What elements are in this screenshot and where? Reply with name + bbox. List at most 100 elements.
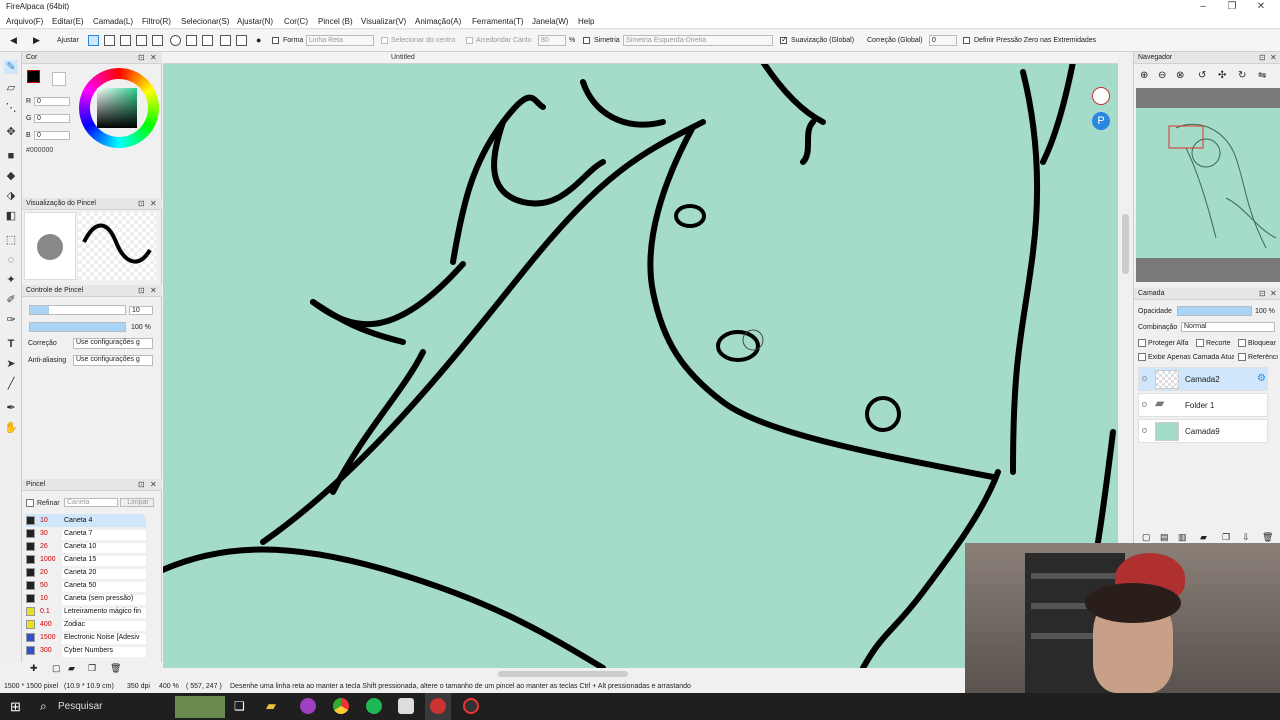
browser-icon[interactable] (300, 698, 316, 714)
forma-checkbox[interactable] (272, 37, 279, 44)
maximize-icon[interactable]: ❐ (1225, 1, 1239, 12)
snap-curve-icon[interactable] (186, 35, 197, 46)
new-8bit-layer-icon[interactable]: ▤ (1160, 532, 1169, 543)
color-square[interactable] (97, 88, 137, 128)
duplicate-layer-icon[interactable]: ❐ (1222, 532, 1230, 543)
correcao-select[interactable]: 0 (929, 35, 957, 46)
next-icon[interactable]: ▶ (33, 35, 40, 46)
primary-color-swatch[interactable] (27, 70, 40, 83)
spotify-icon[interactable] (366, 698, 382, 714)
brush-item[interactable]: 1500 Electronic Noise [Adesiv (26, 631, 146, 644)
brush-search-input[interactable]: Caneta (64, 498, 118, 507)
divide-icon[interactable]: ╱ (4, 377, 18, 391)
lock-checkbox[interactable] (1238, 339, 1246, 347)
weather-icon[interactable] (175, 696, 225, 718)
windows-start-icon[interactable]: ⊞ (10, 699, 21, 715)
brush-size-slider[interactable] (29, 305, 126, 315)
close-icon[interactable]: ✕ (1270, 289, 1277, 298)
taskbar-search[interactable]: Pesquisar (58, 701, 102, 712)
clip-checkbox[interactable] (1196, 339, 1204, 347)
layer-row[interactable]: Camada2 ⚙ (1138, 367, 1268, 391)
eraser-icon[interactable]: ▱ (4, 81, 18, 95)
fill-bucket-icon[interactable]: ⬗ (4, 189, 18, 203)
flip-icon[interactable]: ⇋ (1258, 70, 1266, 81)
brush-item[interactable]: 20 Caneta 20 (26, 566, 146, 579)
brush-opacity-slider[interactable] (29, 322, 126, 332)
select-rect-icon[interactable]: ⬚ (4, 233, 18, 247)
blend-select[interactable]: Normal (1181, 322, 1275, 332)
snap-vanishing-icon[interactable] (136, 35, 147, 46)
refinar-checkbox[interactable] (26, 499, 34, 507)
dot-pen-icon[interactable]: ⋱ (4, 101, 18, 115)
correcao-select[interactable]: Use configurações g (73, 338, 153, 349)
brush-size-input[interactable]: 10 (129, 306, 153, 315)
menu-pincel[interactable]: Pincel (B) (318, 17, 353, 26)
simetria-checkbox[interactable] (583, 37, 590, 44)
pixiv-icon[interactable]: P (1092, 112, 1110, 130)
pin-icon[interactable]: ⊡ (138, 199, 145, 208)
close-icon[interactable]: ✕ (1270, 53, 1277, 62)
delete-layer-icon[interactable]: 🗑 (1262, 532, 1273, 543)
menu-editar[interactable]: Editar(E) (52, 17, 84, 26)
brush-item[interactable]: 10 Caneta (sem pressão) (26, 592, 146, 605)
brush-item[interactable]: 50 Caneta 50 (26, 579, 146, 592)
r-input[interactable]: 0 (34, 97, 70, 106)
menu-animacao[interactable]: Animação(A) (415, 17, 461, 26)
close-icon[interactable]: ✕ (150, 480, 157, 489)
pin-icon[interactable]: ⊡ (1259, 289, 1266, 298)
gradient-icon[interactable]: ◧ (4, 209, 18, 223)
minimize-icon[interactable]: – (1196, 1, 1210, 12)
layer-row[interactable]: ▰ Folder 1 (1138, 393, 1268, 417)
snap-parallel-icon[interactable] (104, 35, 115, 46)
snap-cross-icon[interactable] (120, 35, 131, 46)
new-file-icon[interactable]: ▢ (52, 663, 61, 674)
simetria-select[interactable]: Simetria Esquerda-Direita (623, 35, 773, 46)
operation-icon[interactable]: ➤ (4, 357, 18, 371)
menu-ajustar[interactable]: Ajustar(N) (237, 17, 273, 26)
capcut-icon[interactable] (398, 698, 414, 714)
fill-rect-icon[interactable]: ■ (4, 149, 18, 163)
trash-icon[interactable]: 🗑 (110, 663, 121, 674)
new-folder-icon[interactable]: ▰ (1200, 532, 1207, 543)
lasso-icon[interactable]: ◌ (4, 253, 18, 267)
bucket-icon[interactable]: ◆ (4, 169, 18, 183)
pin-icon[interactable]: ⊡ (138, 53, 145, 62)
menu-camada[interactable]: Camada(L) (93, 17, 133, 26)
menu-arquivo[interactable]: Arquivo(F) (6, 17, 43, 26)
task-view-icon[interactable]: ❏ (234, 699, 245, 713)
close-icon[interactable]: ✕ (150, 199, 157, 208)
brush-item[interactable]: 26 Caneta 10 (26, 540, 146, 553)
b-input[interactable]: 0 (34, 131, 70, 140)
navigator-preview[interactable] (1136, 88, 1280, 282)
protect-alpha-checkbox[interactable] (1138, 339, 1146, 347)
snap-radial-icon[interactable] (152, 35, 163, 46)
zoom-in-icon[interactable]: ⊕ (1140, 70, 1148, 81)
reference-checkbox[interactable] (1238, 353, 1246, 361)
eyedropper-icon[interactable]: ✒ (4, 401, 18, 415)
hand-icon[interactable]: ✋ (4, 421, 18, 435)
search-icon[interactable]: ⌕ (40, 699, 47, 714)
obs-icon[interactable] (463, 698, 479, 714)
pressao-checkbox[interactable] (963, 37, 970, 44)
new-1bit-layer-icon[interactable]: ▥ (1178, 532, 1187, 543)
pin-icon[interactable]: ⊡ (1259, 53, 1266, 62)
chrome-icon[interactable] (333, 698, 349, 714)
file-explorer-icon[interactable]: ▰ (266, 698, 276, 714)
mascot-icon[interactable] (1092, 87, 1110, 105)
document-tab[interactable]: Untitled (163, 52, 1118, 64)
visibility-icon[interactable] (1142, 402, 1147, 407)
add-brush-icon[interactable]: ✚ (30, 663, 38, 674)
perspective-icon[interactable] (236, 35, 247, 46)
snap-off-icon[interactable] (88, 35, 99, 46)
secondary-color-swatch[interactable] (52, 72, 66, 86)
close-icon[interactable]: ✕ (1254, 1, 1268, 12)
prev-icon[interactable]: ◀ (10, 35, 17, 46)
snap-3d-icon[interactable] (202, 35, 213, 46)
text-icon[interactable]: T (4, 337, 18, 351)
rotate-reset-icon[interactable]: ✣ (1218, 70, 1226, 81)
arredondar-checkbox[interactable] (466, 37, 473, 44)
menu-ferramenta[interactable]: Ferramenta(T) (472, 17, 524, 26)
brush-item[interactable]: 0.1 Letreiramento mágico fin (26, 605, 146, 618)
brush-item[interactable]: 1000 Caneta 15 (26, 553, 146, 566)
select-eraser-icon[interactable]: ✑ (4, 313, 18, 327)
